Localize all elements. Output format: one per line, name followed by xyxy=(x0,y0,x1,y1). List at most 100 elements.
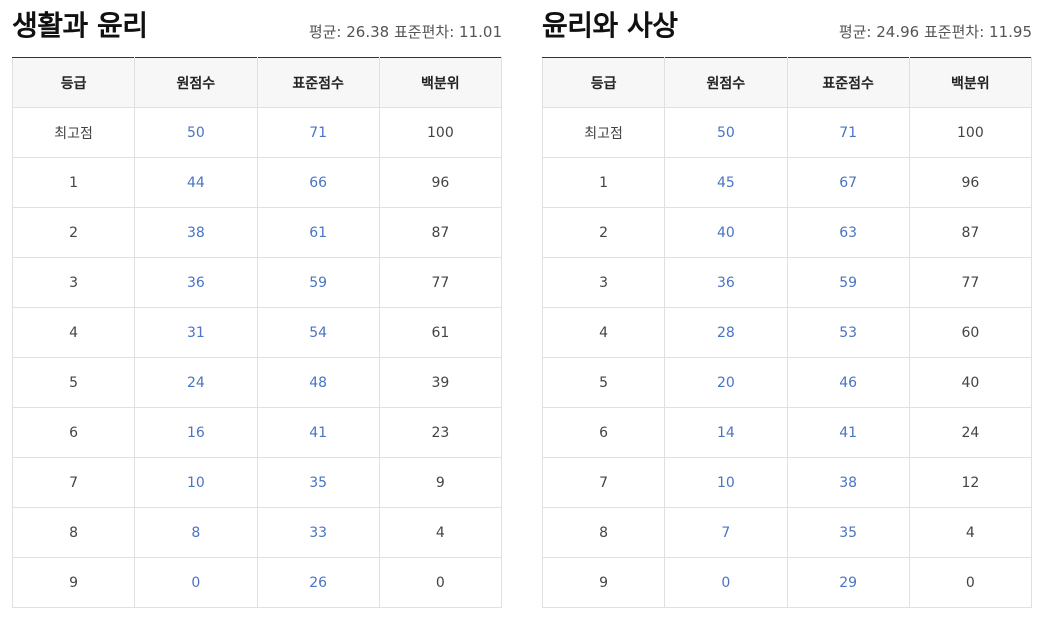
cell-standard-score: 41 xyxy=(256,407,380,458)
table-row: 8 8 33 4 xyxy=(11,507,503,558)
table-body: 최고점 50 71 100 1 45 67 96 2 40 63 87 3 36 59 77 4 28 53 60 5 2… xyxy=(541,107,1033,608)
cell-raw-score: 8 xyxy=(134,507,258,558)
cell-raw-score: 24 xyxy=(134,357,258,408)
col-header-grade: 등급 xyxy=(11,57,136,108)
table-row: 5 20 46 40 xyxy=(541,357,1033,408)
cell-standard-score: 59 xyxy=(786,257,910,308)
cell-grade: 2 xyxy=(541,207,666,258)
cell-grade: 7 xyxy=(11,457,136,508)
cell-grade: 5 xyxy=(541,357,666,408)
table-row: 1 44 66 96 xyxy=(11,157,503,208)
cell-standard-score: 53 xyxy=(786,307,910,358)
cell-grade: 9 xyxy=(541,557,666,608)
cell-standard-score: 54 xyxy=(256,307,380,358)
cell-raw-score: 40 xyxy=(664,207,788,258)
table-header-row: 등급 원점수 표준점수 백분위 xyxy=(11,57,503,108)
cell-percentile: 12 xyxy=(908,457,1033,508)
cell-standard-score: 48 xyxy=(256,357,380,408)
cell-raw-score: 16 xyxy=(134,407,258,458)
table-row: 9 0 29 0 xyxy=(541,557,1033,608)
table-row: 8 7 35 4 xyxy=(541,507,1033,558)
col-header-standard-score: 표준점수 xyxy=(256,57,380,108)
cell-grade: 8 xyxy=(541,507,666,558)
table-row: 2 38 61 87 xyxy=(11,207,503,258)
panel-title: 윤리와 사상 xyxy=(542,9,678,42)
cell-percentile: 96 xyxy=(378,157,503,208)
cell-standard-score: 35 xyxy=(256,457,380,508)
panel-life-ethics: 생활과 윤리 평균: 26.38 표준편차: 11.01 등급 원점수 표준점수… xyxy=(11,0,503,608)
cell-standard-score: 71 xyxy=(256,107,380,158)
table-row: 2 40 63 87 xyxy=(541,207,1033,258)
cell-grade: 1 xyxy=(541,157,666,208)
cell-raw-score: 50 xyxy=(134,107,258,158)
cell-standard-score: 33 xyxy=(256,507,380,558)
cell-raw-score: 28 xyxy=(664,307,788,358)
cell-standard-score: 63 xyxy=(786,207,910,258)
cell-grade: 5 xyxy=(11,357,136,408)
cell-grade: 3 xyxy=(11,257,136,308)
cell-standard-score: 66 xyxy=(256,157,380,208)
cell-percentile: 0 xyxy=(378,557,503,608)
cell-standard-score: 41 xyxy=(786,407,910,458)
cell-percentile: 40 xyxy=(908,357,1033,408)
cell-standard-score: 46 xyxy=(786,357,910,408)
table-row: 7 10 38 12 xyxy=(541,457,1033,508)
mean-label: 평균: xyxy=(308,23,342,41)
cell-raw-score: 38 xyxy=(134,207,258,258)
cell-percentile: 77 xyxy=(908,257,1033,308)
sd-label: 표준편차: xyxy=(394,23,455,41)
cell-percentile: 87 xyxy=(378,207,503,258)
cell-grade: 9 xyxy=(11,557,136,608)
cell-raw-score: 10 xyxy=(664,457,788,508)
cell-percentile: 9 xyxy=(378,457,503,508)
col-header-percentile: 백분위 xyxy=(378,57,503,108)
col-header-raw-score: 원점수 xyxy=(664,57,788,108)
cell-raw-score: 14 xyxy=(664,407,788,458)
cell-grade: 6 xyxy=(541,407,666,458)
cell-grade: 최고점 xyxy=(541,107,666,158)
col-header-percentile: 백분위 xyxy=(908,57,1033,108)
panel-header: 생활과 윤리 평균: 26.38 표준편차: 11.01 xyxy=(12,0,502,57)
cell-raw-score: 10 xyxy=(134,457,258,508)
sd-label: 표준편차: xyxy=(924,23,985,41)
cell-grade: 최고점 xyxy=(11,107,136,158)
table-row: 5 24 48 39 xyxy=(11,357,503,408)
cell-grade: 2 xyxy=(11,207,136,258)
cell-raw-score: 20 xyxy=(664,357,788,408)
cell-percentile: 0 xyxy=(908,557,1033,608)
cell-percentile: 61 xyxy=(378,307,503,358)
cell-percentile: 23 xyxy=(378,407,503,458)
cell-raw-score: 45 xyxy=(664,157,788,208)
table-row: 3 36 59 77 xyxy=(541,257,1033,308)
table-header-row: 등급 원점수 표준점수 백분위 xyxy=(541,57,1033,108)
cell-standard-score: 35 xyxy=(786,507,910,558)
cell-grade: 8 xyxy=(11,507,136,558)
table-row: 4 28 53 60 xyxy=(541,307,1033,358)
table-row: 4 31 54 61 xyxy=(11,307,503,358)
cell-percentile: 100 xyxy=(378,107,503,158)
table-row: 6 14 41 24 xyxy=(541,407,1033,458)
cell-raw-score: 36 xyxy=(664,257,788,308)
cell-percentile: 4 xyxy=(378,507,503,558)
cell-raw-score: 0 xyxy=(664,557,788,608)
cell-standard-score: 38 xyxy=(786,457,910,508)
cell-percentile: 24 xyxy=(908,407,1033,458)
col-header-grade: 등급 xyxy=(541,57,666,108)
sd-value: 11.95 xyxy=(989,23,1032,41)
mean-value: 26.38 xyxy=(346,23,390,41)
panel-ethics-thought: 윤리와 사상 평균: 24.96 표준편차: 11.95 등급 원점수 표준점수… xyxy=(541,0,1033,608)
cell-standard-score: 67 xyxy=(786,157,910,208)
cell-grade: 4 xyxy=(11,307,136,358)
cell-raw-score: 44 xyxy=(134,157,258,208)
cell-percentile: 100 xyxy=(908,107,1033,158)
sd-value: 11.01 xyxy=(459,23,502,41)
table-row: 최고점 50 71 100 xyxy=(11,107,503,158)
cell-grade: 4 xyxy=(541,307,666,358)
table-row: 최고점 50 71 100 xyxy=(541,107,1033,158)
table-body: 최고점 50 71 100 1 44 66 96 2 38 61 87 3 36 59 77 4 31 54 61 5 2… xyxy=(11,107,503,608)
grade-table: 등급 원점수 표준점수 백분위 최고점 50 71 100 1 45 67 96 2 40 63 87… xyxy=(541,57,1033,608)
cell-grade: 7 xyxy=(541,457,666,508)
table-row: 6 16 41 23 xyxy=(11,407,503,458)
table-row: 7 10 35 9 xyxy=(11,457,503,508)
cell-raw-score: 7 xyxy=(664,507,788,558)
